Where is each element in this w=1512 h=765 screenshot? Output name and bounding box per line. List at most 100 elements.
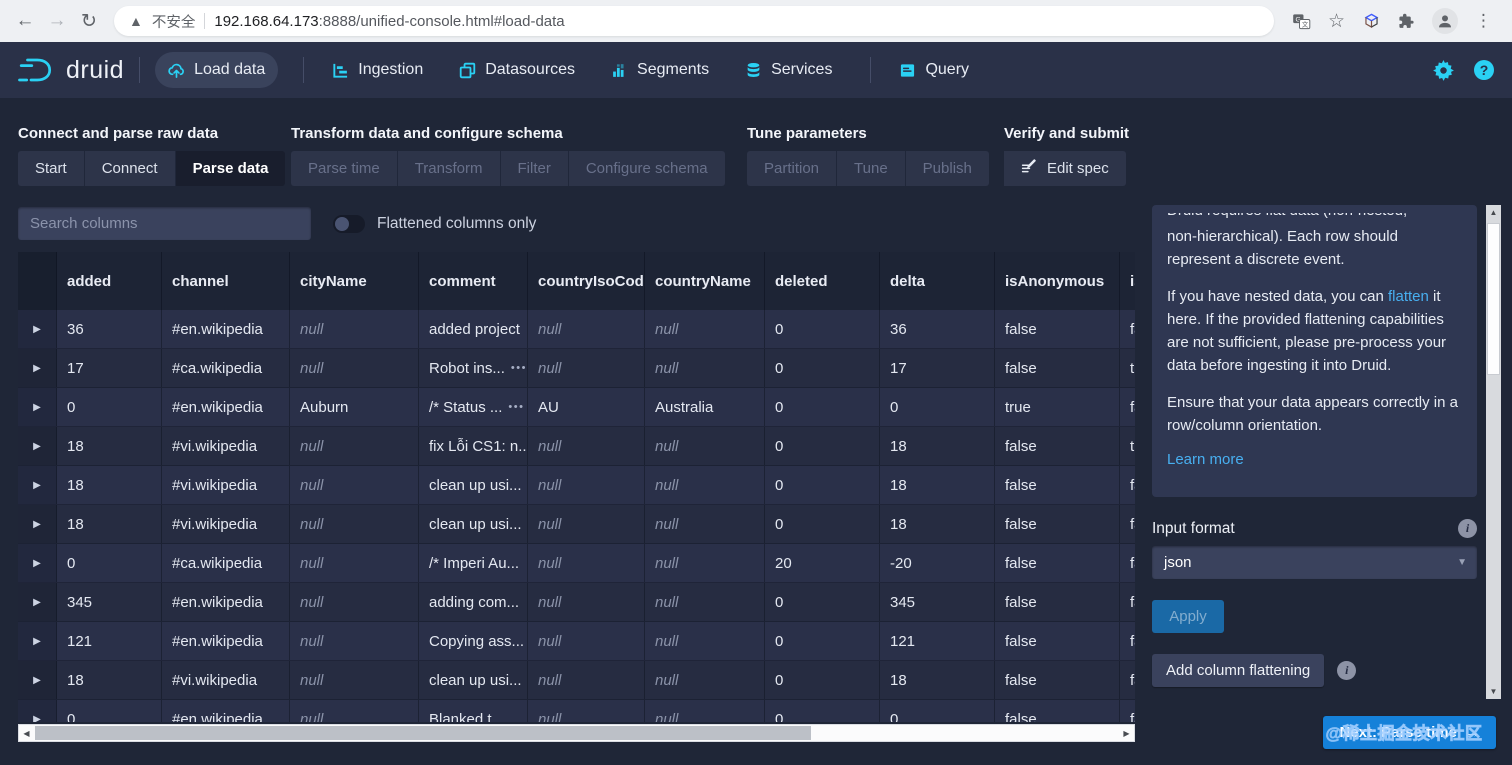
vertical-scrollbar[interactable]: ▲ ▼ [1486,205,1501,699]
flattened-columns-toggle[interactable] [333,214,365,233]
column-header-added[interactable]: added [57,252,162,310]
table-cell: 121 [57,622,162,660]
table-cell: 18 [880,505,995,543]
step-button-publish[interactable]: Publish [905,151,989,186]
ingestion-icon [332,62,349,79]
table-cell: null [528,505,645,543]
step-button-tune[interactable]: Tune [837,151,906,186]
step-button-parse-data[interactable]: Parse data [175,151,286,186]
help-icon[interactable]: ? [1474,60,1494,80]
table-cell: Copying ass... [419,622,528,660]
scroll-left-arrow-icon[interactable]: ◀ [19,725,34,741]
step-button-transform[interactable]: Transform [397,151,501,186]
table-cell: null [645,583,765,621]
row-expander-icon[interactable]: ▶ [33,597,41,608]
step-button-partition[interactable]: Partition [747,151,838,186]
comment-more-button[interactable]: ••• [505,362,527,374]
horizontal-scrollbar-thumb[interactable] [35,726,811,740]
horizontal-scrollbar[interactable]: ◀ ▶ [18,724,1135,742]
table-cell: 0 [765,661,880,699]
expander-cell: ▶ [18,544,57,582]
table-cell: false [1120,583,1135,621]
table-cell: false [995,544,1120,582]
column-header-isanonymous[interactable]: isAnonymous [995,252,1120,310]
table-cell: null [290,349,419,387]
nav-item-segments[interactable]: Segments [598,52,722,88]
scroll-up-arrow-icon[interactable]: ▲ [1486,205,1501,220]
column-header-is[interactable]: is [1120,252,1135,310]
step-button-edit-spec[interactable]: Edit spec [1004,151,1126,186]
row-expander-icon[interactable]: ▶ [33,441,41,452]
step-button-filter[interactable]: Filter [500,151,569,186]
extensions-puzzle-icon[interactable] [1398,13,1415,30]
column-header-comment[interactable]: comment [419,252,528,310]
row-expander-icon[interactable]: ▶ [33,363,41,374]
comment-more-button[interactable]: ••• [502,401,524,413]
flatten-link[interactable]: flatten [1388,288,1429,305]
nav-item-query[interactable]: Query [886,52,982,88]
step-button-configure-schema[interactable]: Configure schema [568,151,725,186]
column-header-deleted[interactable]: deleted [765,252,880,310]
table-cell: false [1120,661,1135,699]
input-format-label: Input format [1152,519,1235,537]
column-header-delta[interactable]: delta [880,252,995,310]
flattening-info-icon[interactable]: i [1337,661,1357,680]
step-button-connect[interactable]: Connect [84,151,176,186]
table-cell: null [528,661,645,699]
add-column-flattening-button[interactable]: Add column flattening [1152,654,1325,687]
segments-icon [611,62,628,79]
apply-button[interactable]: Apply [1152,600,1224,633]
next-parse-time-button[interactable]: Next: Parse time → [1323,716,1496,749]
table-cell: -20 [880,544,995,582]
browser-back-icon[interactable]: ← [10,6,40,36]
nav-item-services[interactable]: Services [732,52,845,88]
druid-brand[interactable]: druid [18,56,124,85]
table-cell: true [1120,349,1135,387]
row-expander-icon[interactable]: ▶ [33,714,41,723]
input-format-select[interactable]: json ▼ [1152,546,1477,579]
vertical-scrollbar-thumb[interactable] [1487,223,1500,375]
table-cell: AU [528,388,645,426]
table-cell: #en.wikipedia [162,700,290,722]
search-columns-input[interactable] [18,207,311,240]
row-expander-icon[interactable]: ▶ [33,675,41,686]
expander-cell: ▶ [18,466,57,504]
step-button-start[interactable]: Start [18,151,85,186]
column-header-channel[interactable]: channel [162,252,290,310]
row-expander-icon[interactable]: ▶ [33,402,41,413]
nav-item-datasources[interactable]: Datasources [446,52,588,88]
row-expander-icon[interactable]: ▶ [33,636,41,647]
browser-menu-icon[interactable]: ⋮ [1475,11,1492,31]
scroll-right-arrow-icon[interactable]: ▶ [1119,725,1134,741]
table-cell: 20 [765,544,880,582]
column-header-countryname[interactable]: countryName [645,252,765,310]
table-cell: 36 [880,310,995,348]
row-expander-icon[interactable]: ▶ [33,324,41,335]
step-group-connect-and-parse-raw-data: Connect and parse raw data Start Connect Pa… [18,125,291,198]
column-header-cityname[interactable]: cityName [290,252,419,310]
load-data-icon [168,62,185,79]
translate-icon[interactable]: G文 [1292,12,1311,31]
row-expander-icon[interactable]: ▶ [33,480,41,491]
table-cell: 0 [765,505,880,543]
table-cell: null [645,427,765,465]
extension-cube-icon[interactable] [1362,12,1381,31]
browser-reload-icon[interactable]: ↻ [74,6,104,36]
column-header-countryisocode[interactable]: countryIsoCode [528,252,645,310]
address-bar[interactable]: ▲ 不安全 192.168.64.173:8888/unified-consol… [114,6,1274,36]
nav-item-load-data[interactable]: Load data [155,52,279,88]
row-expander-icon[interactable]: ▶ [33,519,41,530]
input-format-info-icon[interactable]: i [1458,519,1477,538]
row-expander-icon[interactable]: ▶ [33,558,41,569]
browser-profile-avatar[interactable] [1432,8,1458,34]
browser-forward-icon[interactable]: → [42,6,72,36]
data-preview-table: added channel cityName comment countryIsoCod… [18,252,1135,722]
bookmark-star-icon[interactable]: ☆ [1328,10,1345,33]
step-button-parse-time[interactable]: Parse time [291,151,398,186]
table-cell: 36 [57,310,162,348]
learn-more-link[interactable]: Learn more [1167,451,1462,468]
nav-item-ingestion[interactable]: Ingestion [319,52,436,88]
query-icon [899,62,916,79]
scroll-down-arrow-icon[interactable]: ▼ [1486,684,1501,699]
settings-gear-icon[interactable] [1433,59,1454,81]
